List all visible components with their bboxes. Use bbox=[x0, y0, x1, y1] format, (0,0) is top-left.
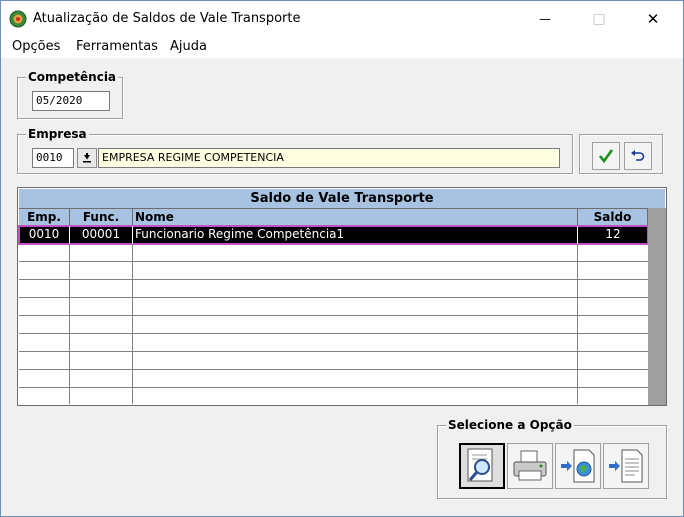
cell-saldo: 12 bbox=[605, 227, 621, 241]
app-icon bbox=[9, 10, 27, 28]
saldo-grid: Saldo de Vale Transporte Emp. Func. Nome… bbox=[17, 187, 667, 406]
magnifier-icon bbox=[467, 448, 493, 482]
grid-title: Saldo de Vale Transporte bbox=[19, 189, 665, 208]
empresa-group: Empresa 0010 EMPRESA REGIME COMPETENCIA bbox=[17, 126, 573, 174]
empty-row[interactable] bbox=[19, 316, 648, 334]
action-buttons-group bbox=[579, 134, 663, 174]
empty-row[interactable] bbox=[19, 352, 648, 370]
export-web-option-button[interactable] bbox=[555, 443, 601, 489]
column-header-saldo[interactable]: Saldo bbox=[578, 208, 648, 225]
empresa-code-field[interactable]: 0010 bbox=[32, 148, 74, 168]
close-icon: ✕ bbox=[646, 9, 660, 28]
empty-row[interactable] bbox=[19, 244, 648, 262]
empresa-lookup-button[interactable] bbox=[77, 148, 97, 168]
checkmark-icon bbox=[598, 149, 614, 164]
cell-nome: Funcionario Regime Competência1 bbox=[133, 226, 578, 244]
table-row[interactable]: 0010 00001 Funcionario Regime Competênci… bbox=[18, 225, 649, 245]
menu-opcoes[interactable]: Opções bbox=[12, 39, 60, 54]
competencia-field[interactable]: 05/2020 bbox=[32, 91, 110, 111]
printer-icon bbox=[513, 450, 547, 481]
options-label: Selecione a Opção bbox=[446, 417, 574, 433]
export-document-option-button[interactable] bbox=[603, 443, 649, 489]
empty-row[interactable] bbox=[19, 388, 648, 406]
cell-func: 00001 bbox=[70, 226, 133, 244]
column-header-func[interactable]: Func. bbox=[70, 208, 133, 225]
export-document-icon bbox=[609, 449, 643, 483]
competencia-label: Competência bbox=[26, 69, 119, 85]
empty-row[interactable] bbox=[19, 280, 648, 298]
confirm-button[interactable] bbox=[592, 142, 620, 170]
search-option-button[interactable] bbox=[459, 443, 505, 489]
empty-row[interactable] bbox=[19, 262, 648, 280]
empresa-name-field: EMPRESA REGIME COMPETENCIA bbox=[98, 148, 560, 168]
empty-row[interactable] bbox=[19, 298, 648, 316]
grid-scroll-area[interactable] bbox=[648, 208, 666, 405]
menu-ferramentas[interactable]: Ferramentas bbox=[76, 39, 158, 54]
window-title: Atualização de Saldos de Vale Transporte bbox=[33, 11, 301, 26]
title-bar: Atualização de Saldos de Vale Transporte… bbox=[1, 1, 683, 36]
empty-row[interactable] bbox=[19, 370, 648, 388]
close-button[interactable]: ✕ bbox=[630, 1, 676, 36]
cell-emp: 0010 bbox=[19, 226, 70, 244]
competencia-group: Competência 05/2020 bbox=[17, 69, 123, 119]
maximize-icon: □ bbox=[592, 10, 606, 27]
dropdown-arrow-icon bbox=[83, 153, 91, 163]
minimize-icon: — bbox=[539, 11, 551, 26]
undo-icon bbox=[631, 150, 645, 161]
menu-bar: Opções Ferramentas Ajuda bbox=[1, 36, 683, 58]
column-header-emp[interactable]: Emp. bbox=[19, 208, 70, 225]
empty-row[interactable] bbox=[19, 334, 648, 352]
minimize-button[interactable]: — bbox=[522, 1, 568, 36]
menu-ajuda[interactable]: Ajuda bbox=[170, 39, 207, 54]
export-web-icon bbox=[561, 449, 595, 483]
main-window: Atualização de Saldos de Vale Transporte… bbox=[0, 0, 684, 517]
maximize-button[interactable]: □ bbox=[576, 1, 622, 36]
empresa-label: Empresa bbox=[26, 126, 89, 142]
column-header-nome[interactable]: Nome bbox=[133, 208, 578, 225]
undo-button[interactable] bbox=[624, 142, 652, 170]
print-option-button[interactable] bbox=[507, 443, 553, 489]
